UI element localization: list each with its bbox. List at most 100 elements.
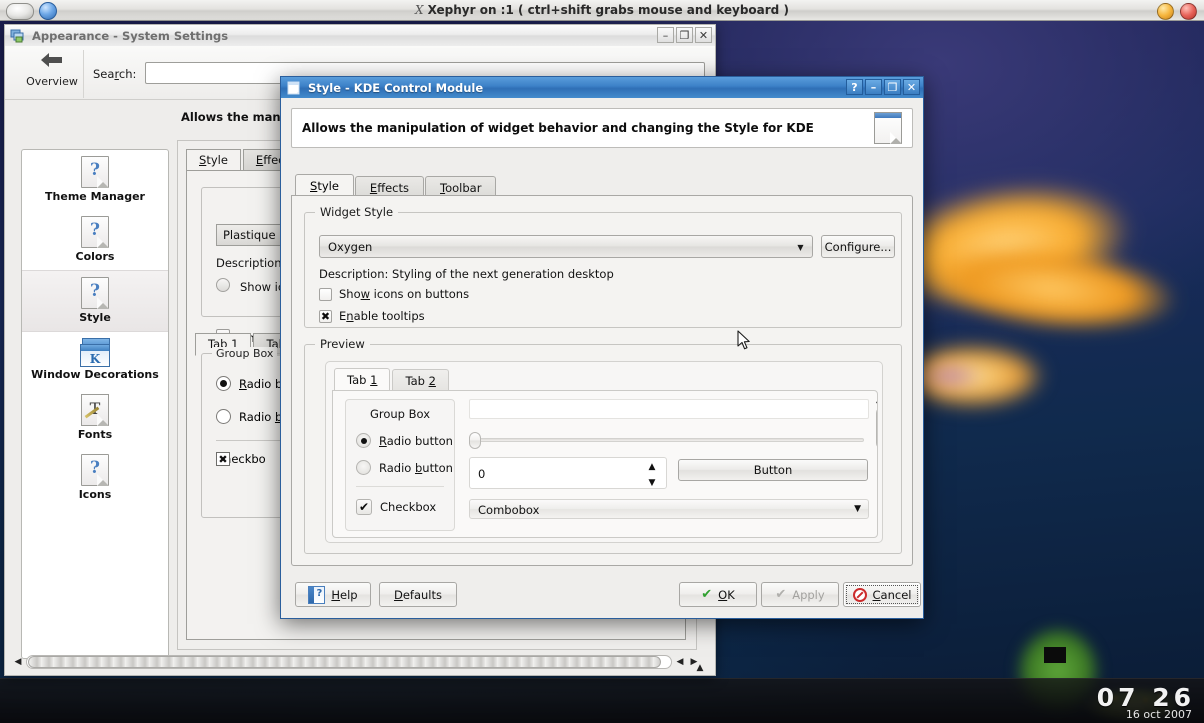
sidebar-item-fonts[interactable]: T Fonts [22,388,168,448]
tab-style[interactable]: Style [186,149,241,172]
cancel-button[interactable]: Cancel [843,582,921,607]
sidebar-item-label: Style [79,311,111,324]
desktop-black-square [1044,647,1066,663]
preview-vertical-scrollbar[interactable]: ▲ [873,395,878,499]
check-icon: ✔ [701,587,713,602]
background-radio-row-1[interactable]: Radio bu [216,376,290,391]
chevron-down-icon[interactable]: ▼ [795,242,806,253]
scroll-up-icon[interactable]: ▲ [876,395,877,405]
system-settings-app-icon [10,28,26,44]
preview-radio-2[interactable] [356,460,371,475]
unknown-document-icon: ? [81,454,109,486]
apply-button[interactable]: ✔ Apply [761,582,839,607]
enable-tooltips-checkbox[interactable]: ✖ [319,309,332,323]
slider-handle[interactable] [469,432,481,449]
background-radio-row-2[interactable]: Radio bu [216,409,290,424]
help-icon: ? [308,585,326,604]
overview-label: Overview [26,75,78,88]
help-titlebar-button[interactable]: ? [846,79,863,95]
apply-button-label: Apply [792,587,825,602]
spinbox-arrows[interactable]: ▲ ▼ [646,462,658,488]
cancel-icon [852,587,867,602]
minimize-button[interactable]: – [657,27,674,43]
unknown-document-icon: ? [81,277,109,309]
scrollbar-thumb[interactable] [876,407,877,449]
preview-spinbox[interactable]: 0 ▲ ▼ [469,457,667,489]
appearance-category-sidebar[interactable]: ? Theme Manager ? Colors ? Style K Windo… [21,149,169,659]
clock-date: 16 oct 2007 [1125,708,1192,721]
preview-scroll-arrows[interactable]: ▲ ▼ [873,501,877,533]
close-button[interactable]: ✕ [695,27,712,43]
style-tab-panel: Widget Style Oxygen ▼ Configure... Descr… [291,195,913,566]
maximize-button[interactable]: ❐ [884,79,901,95]
preview-radio-1-label: Radio button [379,433,453,448]
sidebar-item-window-decorations[interactable]: K Window Decorations [22,332,168,388]
system-settings-window-controls: – ❐ ✕ [657,27,712,43]
horizontal-scrollbar[interactable]: ◀ ◀ ▶ [11,653,701,671]
sidebar-item-icons[interactable]: ? Icons [22,448,168,508]
enable-tooltips-row[interactable]: ✖ Enable tooltips [319,309,425,323]
sidebar-item-theme-manager[interactable]: ? Theme Manager [22,150,168,210]
spinbox-up-icon[interactable]: ▲ [649,462,656,472]
preview-checkbox-row[interactable]: ✔ Checkbox [356,499,454,515]
preview-button[interactable]: Button [678,459,868,481]
style-control-module-dialog[interactable]: Style - KDE Control Module ? – ❐ ✕ Allow… [280,76,924,619]
background-checkbox[interactable]: ✖ [216,452,230,466]
xephyr-window-controls-right [1157,3,1197,20]
preview-checkbox-label: Checkbox [380,500,437,514]
help-button[interactable]: ? Help [295,582,371,607]
sidebar-item-colors[interactable]: ? Colors [22,210,168,270]
preview-card: Tab 1 Tab 2 Group Box Radio button Radio… [325,361,883,543]
overview-button[interactable]: Overview [21,50,84,98]
kde-window-icon: K [80,338,110,367]
defaults-button-label: Defaults [393,587,442,602]
chevron-down-icon[interactable]: ▼ [854,504,861,514]
widget-style-groupbox: Widget Style Oxygen ▼ Configure... Descr… [304,205,902,328]
scroll-left-icon[interactable]: ◀ [11,654,25,670]
preview-combobox[interactable]: Combobox ▼ [469,499,869,519]
preview-line-edit[interactable] [469,399,869,419]
show-icons-on-buttons-checkbox[interactable] [319,287,332,301]
scrollbar-thumb[interactable] [28,656,661,668]
style-dialog-titlebar[interactable]: Style - KDE Control Module ? – ❐ ✕ [280,76,924,98]
system-settings-titlebar[interactable]: Appearance - System Settings – ❐ ✕ [4,24,716,46]
preview-slider[interactable] [469,431,869,449]
scroll-right-icon[interactable]: ▶ [687,654,701,670]
show-icons-on-buttons-row[interactable]: Show icons on buttons [319,287,469,301]
background-checkbox-row[interactable]: ✖ Checkbo [216,452,266,466]
scroll-down-icon[interactable]: ▼ [693,675,707,676]
background-show-icons-checkbox[interactable] [216,278,230,292]
style-dialog-app-icon [286,80,302,96]
scrollbar-track[interactable] [877,407,878,499]
slider-groove [474,438,864,442]
minimize-button[interactable]: – [865,79,882,95]
xephyr-titlebar: X Xephyr on :1 ( ctrl+shift grabs mouse a… [0,0,1204,21]
preview-checkbox[interactable]: ✔ [356,499,372,515]
sidebar-item-label: Theme Manager [45,190,145,203]
preview-radio-row-2[interactable]: Radio button [356,460,454,475]
close-button[interactable]: ✕ [903,79,920,95]
unknown-document-icon: ? [81,216,109,248]
fonts-icon: T [81,394,109,426]
sidebar-item-label: Colors [75,250,115,263]
xephyr-minimize-icon[interactable] [1157,3,1174,20]
screen: X Xephyr on :1 ( ctrl+shift grabs mouse a… [0,0,1204,723]
xephyr-close-icon[interactable] [1180,3,1197,20]
preview-separator [356,486,444,487]
background-radio-2[interactable] [216,409,231,424]
style-dialog-window-controls: ? – ❐ ✕ [846,79,920,95]
scroll-left-step-icon[interactable]: ◀ [673,654,687,670]
configure-button[interactable]: Configure... [821,235,895,258]
background-radio-1[interactable] [216,376,231,391]
sidebar-item-style[interactable]: ? Style [22,270,168,332]
widget-style-combobox[interactable]: Oxygen ▼ [319,235,813,258]
scrollbar-track[interactable] [26,655,672,669]
sidebar-item-label: Fonts [77,428,113,441]
spinbox-down-icon[interactable]: ▼ [649,478,656,488]
maximize-button[interactable]: ❐ [676,27,693,43]
ok-button[interactable]: ✔ OK [679,582,757,607]
preview-radio-1[interactable] [356,433,371,448]
defaults-button[interactable]: Defaults [379,582,457,607]
preview-groupbox: Preview Tab 1 Tab 2 Group Box Radio butt… [304,337,902,554]
preview-radio-row-1[interactable]: Radio button [356,433,454,448]
